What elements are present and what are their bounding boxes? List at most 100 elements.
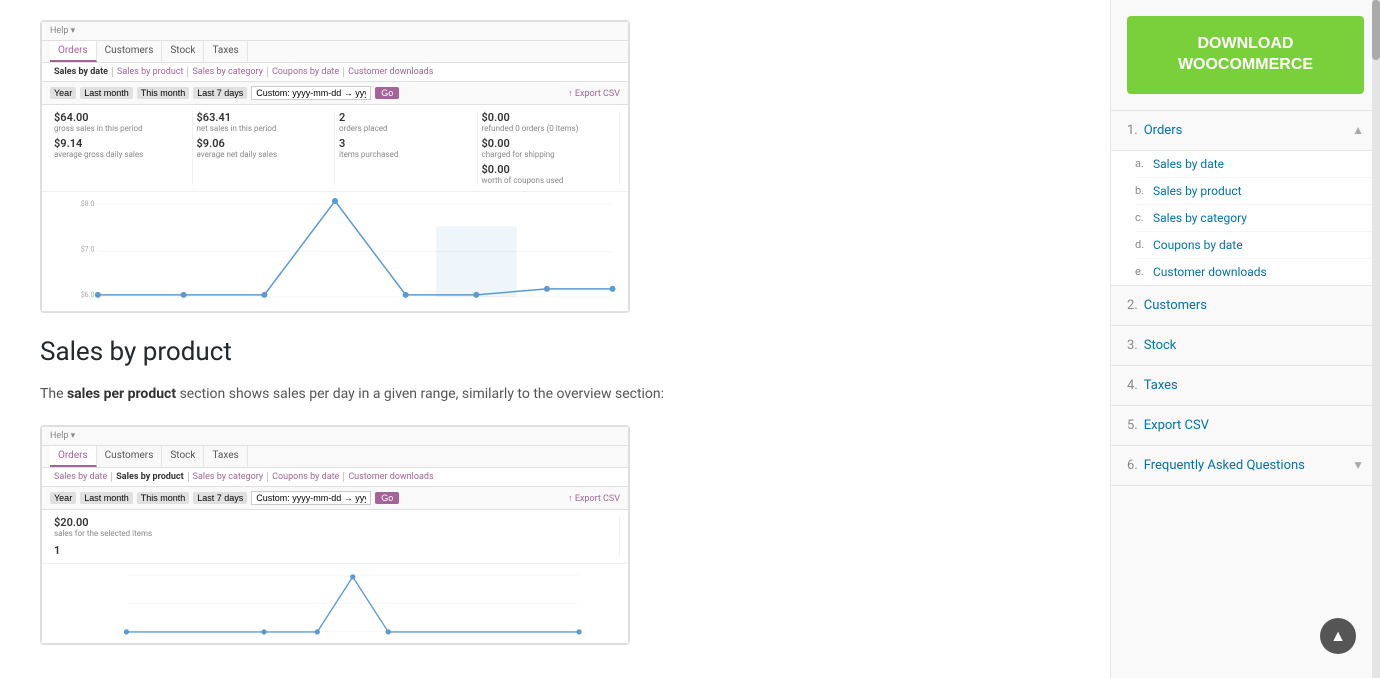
nav-tab-taxes-1[interactable]: Taxes <box>204 41 247 62</box>
stat-refunds: $0.00 refunded 0 orders (0 items) $0.00 … <box>478 111 621 185</box>
svg-text:$8.0: $8.0 <box>81 199 95 208</box>
section-text-suffix: section shows sales per day in a given r… <box>176 386 664 402</box>
sub-tab-salesbyproduct-2[interactable]: Sales by product <box>112 472 188 482</box>
section-heading: Sales by product <box>40 337 1070 367</box>
toc-sub-customerdownloads[interactable]: e. Customer downloads <box>1135 259 1380 285</box>
stat-orders-label: orders placed <box>339 124 469 133</box>
nav-tab-stock-2[interactable]: Stock <box>162 446 204 467</box>
scrollbar[interactable] <box>1372 0 1380 678</box>
stat-net-label: net sales in this period <box>197 124 327 133</box>
toc-number-stock: 3. <box>1127 338 1138 353</box>
toc-item-stock-label: 3. Stock <box>1127 338 1176 353</box>
toc-sub-label-customerdownloads: Customer downloads <box>1153 265 1267 279</box>
stats-area-2: $20.00 sales for the selected items 1 <box>42 510 628 563</box>
last7days-btn-2[interactable]: Last 7 days <box>193 492 247 504</box>
nav-tab-customers-1[interactable]: Customers <box>97 41 163 62</box>
section-text-prefix: The <box>40 386 67 402</box>
date-input-1[interactable] <box>251 86 371 100</box>
sub-tab-salesbydate-1[interactable]: Sales by date <box>50 67 113 77</box>
toc-item-stock[interactable]: 3. Stock <box>1111 326 1380 366</box>
nav-tab-orders-1[interactable]: Orders <box>50 41 97 62</box>
date-input-2[interactable] <box>251 491 371 505</box>
sub-tab-customerdownloads-1[interactable]: Customer downloads <box>344 67 437 77</box>
toc-sub-label-couponsbydate: Coupons by date <box>1153 238 1243 252</box>
sub-tab-customerdownloads-2[interactable]: Customer downloads <box>344 472 437 482</box>
toc-item-faq-label: 6. Frequently Asked Questions <box>1127 458 1305 473</box>
year-btn-1[interactable]: Year <box>50 87 76 99</box>
go-btn-2[interactable]: Go <box>375 492 399 504</box>
sub-tabs-2: Sales by date Sales by product Sales by … <box>42 468 628 487</box>
toc-label-exportcsv: Export CSV <box>1144 418 1209 433</box>
toc-sub-letter-d: d. <box>1135 238 1147 251</box>
toc-sub-letter-a: a. <box>1135 157 1147 170</box>
sub-tab-salesbycategory-1[interactable]: Sales by category <box>188 67 267 77</box>
section-text: The sales per product section shows sale… <box>40 383 1070 405</box>
stat-avg-gross-value: $9.14 <box>54 137 184 150</box>
sidebar: DOWNLOAD WOOCOMMERCE 1. Orders ▲ a. Sale… <box>1110 0 1380 678</box>
toc-item-customers[interactable]: 2. Customers <box>1111 286 1380 326</box>
toc-sub-label-salesbyproduct: Sales by product <box>1153 184 1242 198</box>
scrollbar-thumb[interactable] <box>1372 0 1380 60</box>
toc-sub-label-salesbydate: Sales by date <box>1153 157 1224 171</box>
sub-tab-salesbydate-2[interactable]: Sales by date <box>50 472 112 482</box>
chevron-up-icon: ▲ <box>1352 123 1364 137</box>
nav-tab-stock-1[interactable]: Stock <box>162 41 204 62</box>
toc-item-faq[interactable]: 6. Frequently Asked Questions ▼ <box>1111 446 1380 486</box>
toc-item-orders[interactable]: 1. Orders ▲ <box>1111 111 1380 151</box>
toc-label-taxes: Taxes <box>1144 378 1178 393</box>
download-woocommerce-btn[interactable]: DOWNLOAD WOOCOMMERCE <box>1127 16 1364 94</box>
export-csv-2[interactable]: ↑ Export CSV <box>568 493 620 504</box>
date-bar-1: Year Last month This month Last 7 days G… <box>42 82 628 105</box>
chart-svg-2 <box>50 568 620 639</box>
help-label-1: Help ▾ <box>50 26 75 36</box>
nav-tabs-1: Orders Customers Stock Taxes <box>42 41 628 63</box>
screenshot-2: Help ▾ Orders Customers Stock Taxes Sale… <box>40 425 630 645</box>
year-btn-2[interactable]: Year <box>50 492 76 504</box>
toc-item-taxes-label: 4. Taxes <box>1127 378 1178 393</box>
go-btn-1[interactable]: Go <box>375 87 399 99</box>
sub-tab-salesbyproduct-1[interactable]: Sales by product <box>113 67 188 77</box>
toc-number-customers: 2. <box>1127 298 1138 313</box>
sub-tab-salesbycategory-2[interactable]: Sales by category <box>189 472 268 482</box>
stats-area-1: $64.00 gross sales in this period $9.14 … <box>42 105 628 191</box>
sub-tab-couponsbydate-2[interactable]: Coupons by date <box>268 472 344 482</box>
nav-tab-customers-2[interactable]: Customers <box>97 446 163 467</box>
nav-tab-taxes-2[interactable]: Taxes <box>204 446 247 467</box>
toc-sub-salesbycategory[interactable]: c. Sales by category <box>1135 205 1380 232</box>
stat-gross-label: gross sales in this period <box>54 124 184 133</box>
svg-text:$6.0: $6.0 <box>81 290 95 299</box>
last7days-btn-1[interactable]: Last 7 days <box>193 87 247 99</box>
chart-svg-1: $8.0 $7.0 $6.0 <box>50 196 620 307</box>
stat-sales-selected: $20.00 sales for the selected items 1 <box>50 516 620 557</box>
stat-orders-value: 2 <box>339 111 469 124</box>
toc-sub-salesbyproduct[interactable]: b. Sales by product <box>1135 178 1380 205</box>
stat-shipping-label: charged for shipping <box>482 150 612 159</box>
stat-shipping-value: $0.00 <box>482 137 612 150</box>
stat-net-sales: $63.41 net sales in this period $9.06 av… <box>193 111 336 185</box>
nav-tab-orders-2[interactable]: Orders <box>50 446 97 467</box>
thismonth-btn-1[interactable]: This month <box>137 87 190 99</box>
lastmonth-btn-2[interactable]: Last month <box>80 492 133 504</box>
stat-orders: 2 orders placed 3 items purchased <box>335 111 478 185</box>
download-btn-line2: WOOCOMMERCE <box>1178 56 1313 73</box>
toc-sub-couponsbydate[interactable]: d. Coupons by date <box>1135 232 1380 259</box>
lastmonth-btn-1[interactable]: Last month <box>80 87 133 99</box>
svg-text:$7.0: $7.0 <box>81 245 95 254</box>
toc-item-exportcsv-label: 5. Export CSV <box>1127 418 1209 433</box>
export-csv-1[interactable]: ↑ Export CSV <box>568 88 620 99</box>
scroll-top-button[interactable]: ▲ <box>1320 618 1356 654</box>
toc-item-exportcsv[interactable]: 5. Export CSV <box>1111 406 1380 446</box>
stat-avg-net-value: $9.06 <box>197 137 327 150</box>
toc-label-faq: Frequently Asked Questions <box>1144 458 1305 473</box>
help-label-2: Help ▾ <box>50 431 75 441</box>
sub-tab-couponsbydate-1[interactable]: Coupons by date <box>268 67 344 77</box>
chevron-down-icon: ▼ <box>1352 458 1364 472</box>
stat-avg-net-label: average net daily sales <box>197 150 327 159</box>
toc-number-exportcsv: 5. <box>1127 418 1138 433</box>
toc-item-taxes[interactable]: 4. Taxes <box>1111 366 1380 406</box>
screenshot-1: Help ▾ Orders Customers Stock Taxes Sale… <box>40 20 630 313</box>
stat-net-value: $63.41 <box>197 111 327 124</box>
thismonth-btn-2[interactable]: This month <box>137 492 190 504</box>
toc-sub-salesbydate[interactable]: a. Sales by date <box>1135 151 1380 178</box>
stat-items-value: 3 <box>339 137 469 150</box>
